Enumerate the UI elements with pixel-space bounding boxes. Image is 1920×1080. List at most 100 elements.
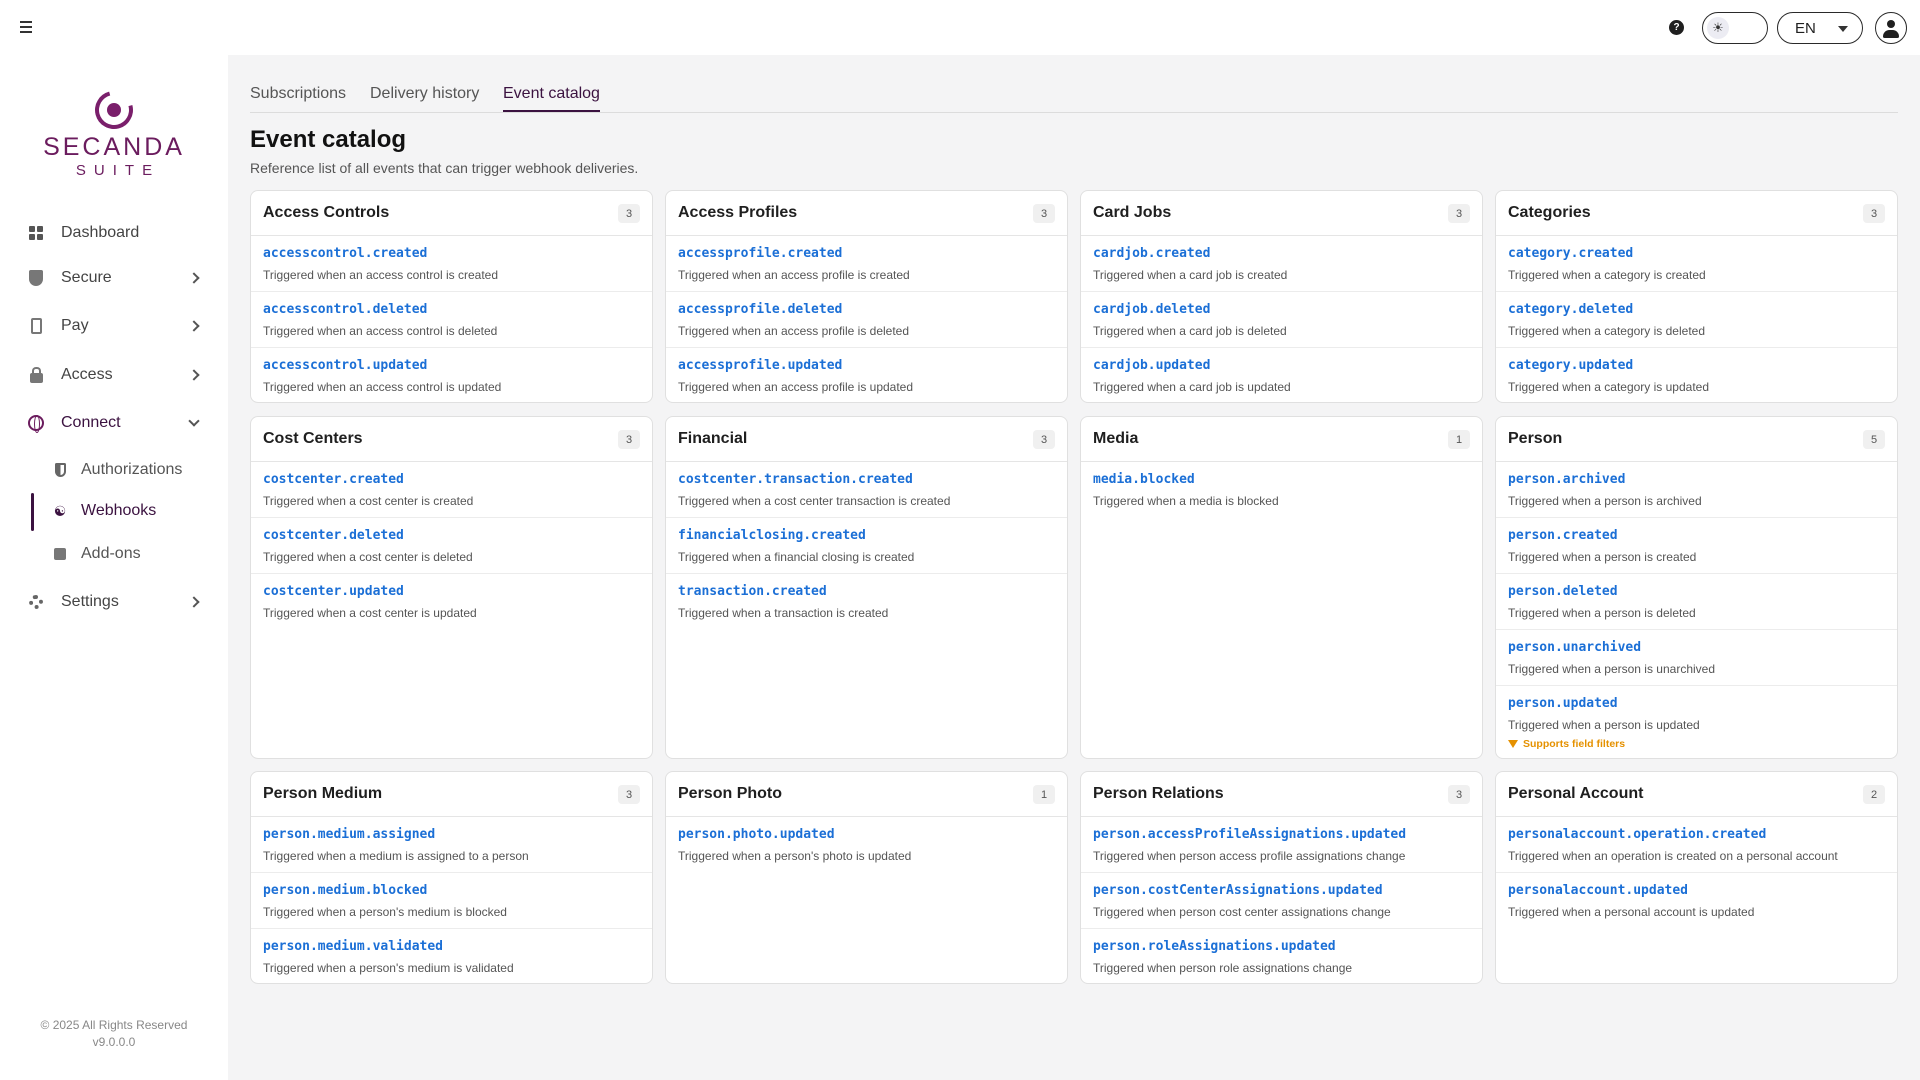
card-title: Media	[1093, 430, 1139, 447]
sidebar-item-secure[interactable]: Secure	[0, 258, 228, 298]
event-row[interactable]: cardjob.deleted Triggered when a card job…	[1081, 292, 1482, 348]
event-name[interactable]: category.created	[1508, 246, 1633, 261]
event-name[interactable]: category.deleted	[1508, 302, 1633, 317]
tab-event-catalog[interactable]: Event catalog	[503, 85, 600, 112]
card-header: Person Photo 1	[666, 772, 1067, 817]
event-name[interactable]: accessprofile.deleted	[678, 302, 842, 317]
sidebar-item-settings[interactable]: Settings	[0, 582, 228, 622]
language-select[interactable]: EN	[1777, 12, 1863, 44]
event-row[interactable]: cardjob.updated Triggered when a card job…	[1081, 348, 1482, 402]
event-description: Triggered when an access control is upda…	[263, 380, 502, 394]
event-row[interactable]: person.photo.updated Triggered when a per…	[666, 817, 1067, 873]
event-name[interactable]: costcenter.created	[263, 472, 404, 487]
event-name[interactable]: person.medium.blocked	[263, 883, 427, 898]
sidebar-item-pay[interactable]: Pay	[0, 306, 228, 346]
event-name[interactable]: person.unarchived	[1508, 640, 1641, 655]
event-row[interactable]: personalaccount.updated Triggered when a …	[1496, 873, 1897, 929]
event-name[interactable]: person.costCenterAssignations.updated	[1093, 883, 1383, 898]
event-row[interactable]: accesscontrol.created Triggered when an a…	[251, 236, 652, 292]
event-row[interactable]: category.deleted Triggered when a categor…	[1496, 292, 1897, 348]
sidebar-item-webhooks[interactable]: ☯ Webhooks	[0, 493, 228, 531]
event-row[interactable]: costcenter.updated Triggered when a cost …	[251, 574, 652, 630]
event-row[interactable]: person.accessProfileAssignations.updated…	[1081, 817, 1482, 873]
event-row[interactable]: accessprofile.created Triggered when an a…	[666, 236, 1067, 292]
card-header: Access Controls 3	[251, 191, 652, 236]
event-row[interactable]: category.updated Triggered when a categor…	[1496, 348, 1897, 402]
event-row[interactable]: media.blocked Triggered when a media is b…	[1081, 462, 1482, 518]
event-row[interactable]: financialclosing.created Triggered when a…	[666, 518, 1067, 574]
event-row[interactable]: person.deleted Triggered when a person is…	[1496, 574, 1897, 630]
event-row[interactable]: accessprofile.updated Triggered when an a…	[666, 348, 1067, 402]
event-name[interactable]: cardjob.updated	[1093, 358, 1210, 373]
event-row[interactable]: person.created Triggered when a person is…	[1496, 518, 1897, 574]
event-name[interactable]: personalaccount.operation.created	[1508, 827, 1766, 842]
event-name[interactable]: accessprofile.created	[678, 246, 842, 261]
event-row[interactable]: category.created Triggered when a categor…	[1496, 236, 1897, 292]
event-name[interactable]: costcenter.transaction.created	[678, 472, 913, 487]
event-name[interactable]: costcenter.deleted	[263, 528, 404, 543]
user-avatar-icon[interactable]	[1875, 12, 1907, 44]
event-description: Triggered when a category is created	[1508, 268, 1706, 282]
event-row[interactable]: transaction.created Triggered when a tran…	[666, 574, 1067, 630]
event-name[interactable]: person.medium.assigned	[263, 827, 435, 842]
event-row[interactable]: accesscontrol.updated Triggered when an a…	[251, 348, 652, 402]
event-row[interactable]: person.medium.validated Triggered when a …	[251, 929, 652, 983]
event-name[interactable]: person.accessProfileAssignations.updated	[1093, 827, 1406, 842]
event-name[interactable]: person.archived	[1508, 472, 1625, 487]
event-name[interactable]: person.photo.updated	[678, 827, 835, 842]
event-name[interactable]: person.roleAssignations.updated	[1093, 939, 1336, 954]
sidebar-item-access[interactable]: Access	[0, 355, 228, 395]
event-row[interactable]: person.costCenterAssignations.updated Tri…	[1081, 873, 1482, 929]
event-row[interactable]: person.archived Triggered when a person i…	[1496, 462, 1897, 518]
theme-toggle[interactable]: ☀	[1702, 12, 1768, 44]
sidebar-item-connect[interactable]: Connect	[0, 403, 228, 443]
event-row[interactable]: accesscontrol.deleted Triggered when an a…	[251, 292, 652, 348]
event-name[interactable]: accesscontrol.updated	[263, 358, 427, 373]
sidebar-item-label: Authorizations	[81, 461, 183, 478]
event-name[interactable]: accesscontrol.created	[263, 246, 427, 261]
event-row[interactable]: person.medium.assigned Triggered when a m…	[251, 817, 652, 873]
event-row[interactable]: person.medium.blocked Triggered when a pe…	[251, 873, 652, 929]
event-name[interactable]: person.deleted	[1508, 584, 1618, 599]
help-icon[interactable]: ?	[1669, 20, 1684, 35]
event-description: Triggered when an access profile is crea…	[678, 268, 910, 282]
card-title: Personal Account	[1508, 785, 1644, 802]
event-card: Person Relations 3 person.accessProfileAss…	[1080, 771, 1483, 984]
tab-subscriptions[interactable]: Subscriptions	[250, 85, 346, 112]
sidebar-item-authorizations[interactable]: Authorizations	[0, 452, 228, 488]
event-row[interactable]: costcenter.created Triggered when a cost …	[251, 462, 652, 518]
event-name[interactable]: person.medium.validated	[263, 939, 443, 954]
event-row[interactable]: person.unarchived Triggered when a person…	[1496, 630, 1897, 686]
event-name[interactable]: person.created	[1508, 528, 1618, 543]
event-name[interactable]: accesscontrol.deleted	[263, 302, 427, 317]
menu-icon[interactable]	[16, 17, 36, 37]
event-name[interactable]: accessprofile.updated	[678, 358, 842, 373]
sidebar-item-add-ons[interactable]: Add-ons	[0, 536, 228, 572]
tab-delivery-history[interactable]: Delivery history	[370, 85, 479, 112]
event-name[interactable]: costcenter.updated	[263, 584, 404, 599]
event-name[interactable]: cardjob.deleted	[1093, 302, 1210, 317]
sidebar-item-label: Add-ons	[81, 545, 141, 562]
event-row[interactable]: person.roleAssignations.updated Triggered…	[1081, 929, 1482, 983]
event-name[interactable]: transaction.created	[678, 584, 827, 599]
event-name[interactable]: person.updated	[1508, 696, 1618, 711]
event-row[interactable]: accessprofile.deleted Triggered when an a…	[666, 292, 1067, 348]
sidebar-item-dashboard[interactable]: Dashboard	[0, 213, 228, 253]
event-name[interactable]: financialclosing.created	[678, 528, 866, 543]
event-count-badge: 3	[618, 204, 640, 223]
event-row[interactable]: personalaccount.operation.created Trigger…	[1496, 817, 1897, 873]
event-row[interactable]: cardjob.created Triggered when a card job…	[1081, 236, 1482, 292]
event-row[interactable]: costcenter.deleted Triggered when a cost …	[251, 518, 652, 574]
event-name[interactable]: personalaccount.updated	[1508, 883, 1688, 898]
event-name[interactable]: media.blocked	[1093, 472, 1195, 487]
event-row[interactable]: costcenter.transaction.created Triggered …	[666, 462, 1067, 518]
event-name[interactable]: category.updated	[1508, 358, 1633, 373]
globe-icon	[28, 415, 44, 433]
dashboard-icon	[28, 225, 44, 241]
event-name[interactable]: cardjob.created	[1093, 246, 1210, 261]
event-description: Triggered when a cost center transaction…	[678, 494, 951, 508]
event-row[interactable]: person.updated Triggered when a person is…	[1496, 686, 1897, 758]
event-card: Card Jobs 3 cardjob.created Triggered when …	[1080, 190, 1483, 403]
event-count-badge: 1	[1448, 430, 1470, 449]
event-card: Person 5 person.archived Triggered when a p…	[1495, 416, 1898, 759]
